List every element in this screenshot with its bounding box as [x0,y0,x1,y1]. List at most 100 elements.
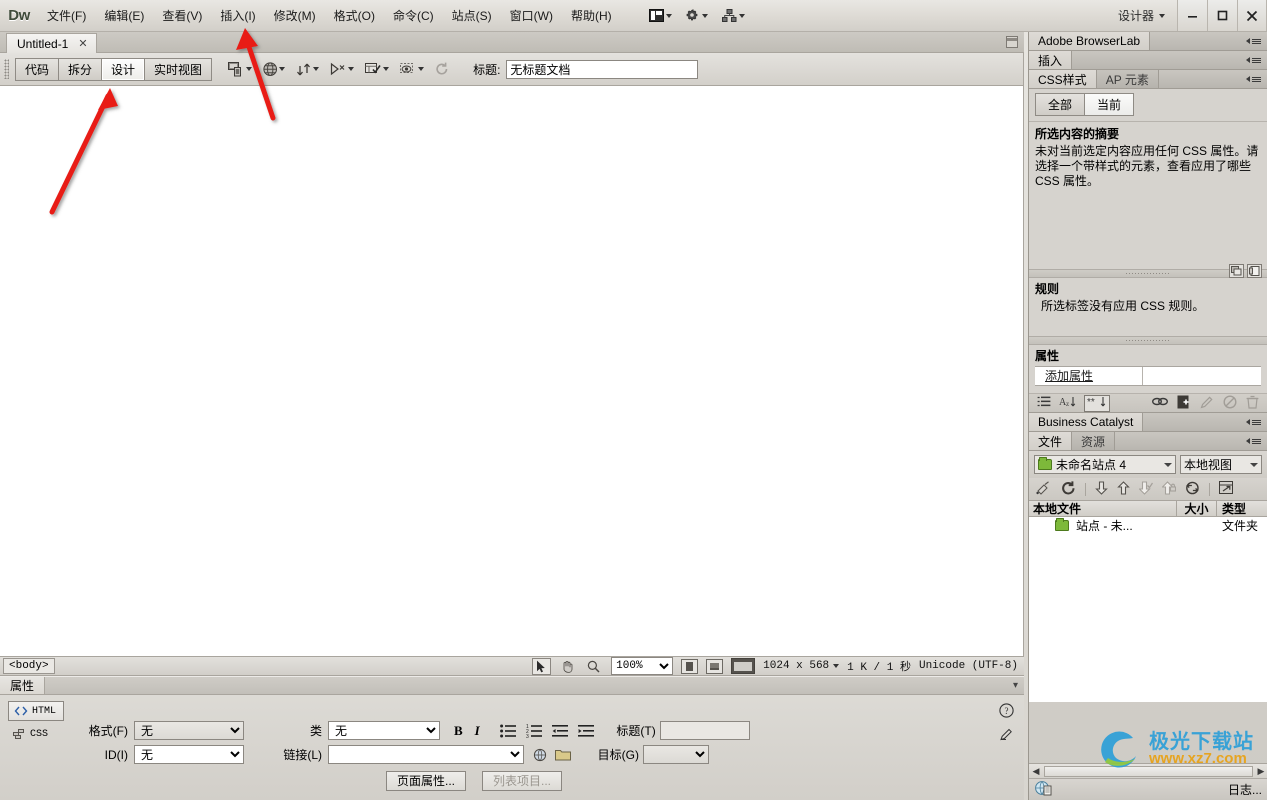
tab-ap-elements[interactable]: AP 元素 [1096,70,1159,88]
close-button[interactable] [1237,0,1267,31]
connection-status-icon[interactable] [1035,780,1052,799]
files-list[interactable]: 站点 - 未... 文件夹 [1029,517,1267,702]
put-files-icon[interactable] [1117,480,1130,498]
point-to-file-icon[interactable] [533,748,547,762]
expand-panel-icon[interactable] [1219,480,1234,498]
column-local-files[interactable]: 本地文件 [1029,500,1177,517]
html-mode-button[interactable]: HTML [8,701,64,721]
css-splitter-rules[interactable] [1029,264,1267,278]
add-property-cell[interactable]: 添加属性 [1035,367,1143,385]
id-select[interactable]: 无 [134,745,244,764]
validate-markup-icon[interactable] [365,62,390,76]
menu-help[interactable]: 帮助(H) [562,3,621,28]
minimize-button[interactable] [1177,0,1207,31]
refresh-icon[interactable] [435,62,449,76]
tag-selector-body[interactable]: <body> [3,658,55,674]
panel-options-menu[interactable] [1246,413,1267,431]
column-type[interactable]: 类型 [1217,500,1267,517]
column-size[interactable]: 大小 [1177,500,1217,517]
panel-options-menu[interactable] [1246,32,1267,50]
view-select[interactable]: 本地视图 [1180,455,1262,474]
cascade-view-icon[interactable] [1229,264,1244,278]
quick-tag-editor-icon[interactable] [999,727,1014,745]
list-item[interactable]: 站点 - 未... 文件夹 [1029,517,1267,534]
panel-options-menu[interactable] [1246,432,1267,450]
tab-business-catalyst[interactable]: Business Catalyst [1029,413,1144,431]
file-management-icon[interactable] [296,62,320,77]
files-horizontal-scrollbar[interactable]: ◀ ▶ [1029,763,1267,778]
class-select[interactable]: 无 [328,721,440,740]
layout-icon[interactable] [648,9,672,22]
css-mode-button[interactable]: CSS [8,724,64,744]
panel-options-menu[interactable] [1246,51,1267,69]
live-code-inspect-icon[interactable] [400,62,425,76]
scroll-right-icon[interactable]: ▶ [1254,766,1267,777]
indent-icon[interactable] [577,724,594,738]
site-map-icon[interactable] [721,9,745,22]
extend-gear-icon[interactable] [686,9,708,23]
design-canvas[interactable] [0,86,1024,656]
panel-options-menu[interactable] [1246,70,1267,88]
menu-commands[interactable]: 命令(C) [384,3,443,28]
tab-files[interactable]: 文件 [1029,432,1073,450]
target-select[interactable] [643,745,709,764]
segment-all[interactable]: 全部 [1035,93,1086,116]
bold-button[interactable]: B [454,723,463,739]
scroll-left-icon[interactable]: ◀ [1029,766,1043,777]
list-view-icon[interactable]: Az [1059,396,1076,411]
help-icon[interactable]: ? [999,703,1014,721]
medium-window-size-icon[interactable] [706,658,724,674]
site-select[interactable]: 未命名站点 4 [1034,455,1176,474]
menu-site[interactable]: 站点(S) [443,3,501,28]
italic-button[interactable]: I [475,723,480,739]
toolbar-gripper[interactable] [4,59,9,79]
small-window-size-icon[interactable] [681,658,699,674]
select-tool-icon[interactable] [532,657,552,675]
full-window-size-icon[interactable] [731,658,756,674]
doc-title-input[interactable] [506,59,699,79]
set-properties-icon[interactable]: ** [1084,394,1110,412]
chevron-down-icon[interactable] [833,664,840,668]
tab-css-styles[interactable]: CSS样式 [1029,70,1097,88]
browse-folder-icon[interactable] [555,748,571,761]
get-files-icon[interactable] [1095,480,1108,498]
css-splitter-properties[interactable] [1029,336,1267,345]
segment-current[interactable]: 当前 [1085,93,1135,116]
about-view-icon[interactable] [1247,264,1262,278]
tab-insert[interactable]: 插入 [1029,51,1073,69]
page-properties-button[interactable]: 页面属性... [386,771,467,791]
category-view-icon[interactable] [1037,396,1051,410]
hand-tool-icon[interactable] [558,658,577,675]
menu-file[interactable]: 文件(F) [38,3,95,28]
attach-stylesheet-icon[interactable] [1151,396,1169,410]
menu-window[interactable]: 窗口(W) [501,3,562,28]
connect-remote-host-icon[interactable] [1036,480,1052,498]
title-attr-input[interactable] [659,721,750,740]
menu-edit[interactable]: 编辑(E) [95,3,153,28]
tab-adobe-browserlab[interactable]: Adobe BrowserLab [1029,32,1151,50]
menu-modify[interactable]: 修改(M) [265,3,325,28]
ordered-list-icon[interactable]: 123 [526,724,542,738]
visual-aids-icon[interactable] [330,62,355,76]
view-split-button[interactable]: 拆分 [59,58,103,80]
panel-restore-icon[interactable] [1006,36,1018,48]
format-select[interactable]: 无 [134,721,244,740]
document-tab-untitled-1[interactable]: Untitled-1 ✕ [6,33,97,53]
unordered-list-icon[interactable] [499,724,516,738]
file-name-cell[interactable]: 站点 - 未... [1029,517,1177,534]
new-css-rule-icon[interactable] [1177,395,1191,412]
menu-format[interactable]: 格式(O) [325,3,384,28]
close-icon[interactable]: ✕ [78,37,87,50]
css-property-grid[interactable]: 添加属性 [1035,366,1261,386]
view-design-button[interactable]: 设计 [102,58,146,80]
maximize-button[interactable] [1207,0,1237,31]
tab-assets[interactable]: 资源 [1072,432,1116,450]
synchronize-icon[interactable] [1185,481,1200,498]
view-code-button[interactable]: 代码 [16,58,60,80]
menu-insert[interactable]: 插入(I) [211,3,264,28]
zoom-tool-icon[interactable] [584,658,603,675]
add-property-link[interactable]: 添加属性 [1035,369,1093,383]
workspace-switcher[interactable]: 设计器 [1106,7,1177,24]
refresh-icon[interactable] [1061,480,1076,498]
log-link[interactable]: 日志... [1228,781,1262,798]
